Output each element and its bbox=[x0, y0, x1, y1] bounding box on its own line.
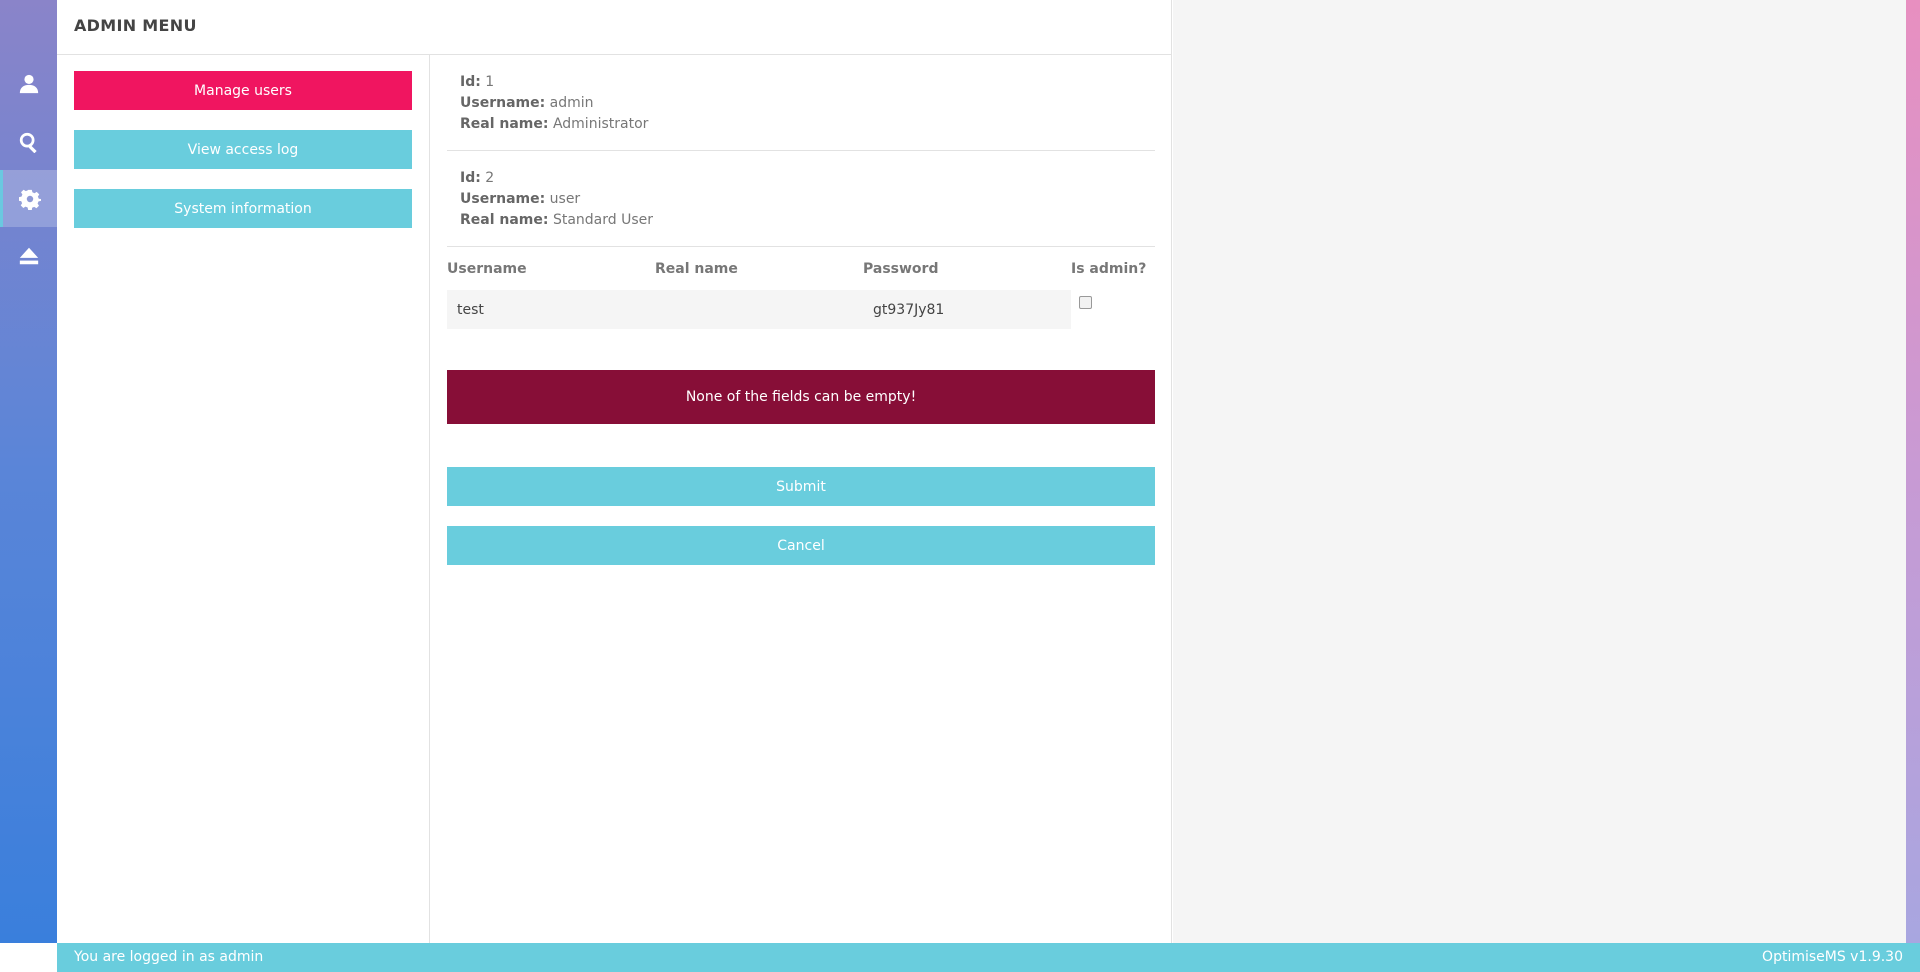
username-column-header: Username bbox=[447, 261, 527, 277]
admin-menu: Manage users View access log System info… bbox=[57, 55, 430, 943]
error-message: None of the fields can be empty! bbox=[447, 370, 1155, 424]
user-card[interactable]: Id: 2 Username: user Real name: Standard… bbox=[447, 151, 1155, 247]
password-column-header: Password bbox=[863, 261, 939, 277]
is-admin-column-header: Is admin? bbox=[1071, 261, 1147, 277]
view-access-log-button[interactable]: View access log bbox=[74, 130, 412, 169]
user-realname: Administrator bbox=[552, 116, 649, 132]
user-id: 2 bbox=[485, 170, 495, 186]
version-label: OptimiseMS v1.9.30 bbox=[1762, 949, 1903, 965]
page-title: ADMIN MENU bbox=[74, 16, 197, 35]
is-admin-checkbox[interactable] bbox=[1079, 296, 1092, 309]
user-username: user bbox=[549, 191, 581, 207]
realname-label: Real name: bbox=[460, 212, 549, 228]
user-icon bbox=[19, 74, 38, 93]
manage-users-button[interactable]: Manage users bbox=[74, 71, 412, 110]
eject-icon bbox=[19, 247, 38, 264]
cancel-button[interactable]: Cancel bbox=[447, 526, 1155, 565]
search-icon bbox=[19, 132, 37, 153]
username-label: Username: bbox=[460, 95, 546, 111]
right-edge-strip bbox=[1906, 0, 1920, 943]
sidebar-item-settings[interactable] bbox=[0, 170, 57, 227]
sidebar-item-eject[interactable] bbox=[0, 227, 57, 284]
sidebar-item-profile[interactable] bbox=[0, 55, 57, 112]
realname-input[interactable] bbox=[655, 290, 863, 329]
username-label: Username: bbox=[460, 191, 546, 207]
status-bar: You are logged in as admin OptimiseMS v1… bbox=[57, 943, 1920, 972]
user-id: 1 bbox=[485, 74, 495, 90]
system-information-button[interactable]: System information bbox=[74, 189, 412, 228]
id-label: Id: bbox=[460, 170, 481, 186]
sidebar bbox=[0, 0, 57, 943]
gear-icon bbox=[19, 189, 41, 210]
user-realname: Standard User bbox=[552, 212, 654, 228]
submit-button[interactable]: Submit bbox=[447, 467, 1155, 506]
manage-users-content: Id: 1 Username: admin Real name: Adminis… bbox=[447, 55, 1155, 565]
realname-label: Real name: bbox=[460, 116, 549, 132]
realname-column-header: Real name bbox=[655, 261, 738, 277]
sidebar-item-search[interactable] bbox=[0, 113, 57, 170]
password-input[interactable] bbox=[863, 290, 1071, 329]
user-username: admin bbox=[549, 95, 594, 111]
login-status: You are logged in as admin bbox=[74, 949, 264, 965]
id-label: Id: bbox=[460, 74, 481, 90]
empty-panel bbox=[1173, 0, 1906, 943]
username-input[interactable] bbox=[447, 290, 655, 329]
main-panel: ADMIN MENU Manage users View access log … bbox=[57, 0, 1172, 943]
user-card[interactable]: Id: 1 Username: admin Real name: Adminis… bbox=[447, 55, 1155, 151]
